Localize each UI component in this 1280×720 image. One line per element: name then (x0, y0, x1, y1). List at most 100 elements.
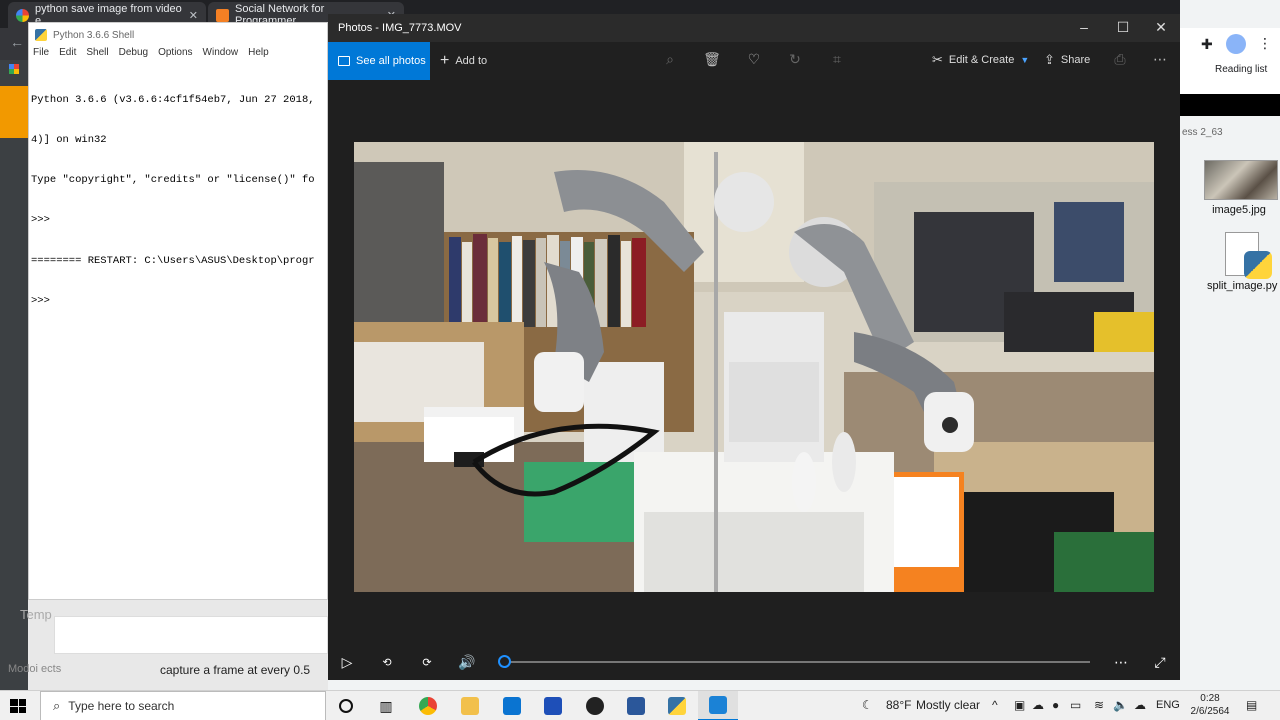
battery-icon[interactable]: ▭ (1070, 698, 1081, 712)
image-thumbnail (1204, 160, 1278, 200)
task-view-icon[interactable]: ▥ (366, 691, 406, 720)
print-icon[interactable]: ⎙ (1110, 51, 1130, 68)
see-all-photos-label: See all photos (356, 55, 426, 67)
video-frame[interactable] (354, 142, 1154, 592)
minimize-icon[interactable]: – (1074, 19, 1094, 35)
stackoverflow-icon (216, 8, 229, 22)
desktop-icon-label: split_image.py (1207, 280, 1278, 292)
photos-icon (338, 56, 350, 66)
weather-description[interactable]: Mostly clear (916, 698, 980, 712)
clock-date: 2/6/2564 (1190, 706, 1230, 717)
tray-app-icon[interactable]: ▣ (1014, 698, 1025, 712)
notifications-icon[interactable]: ▤ (1246, 698, 1257, 712)
close-icon[interactable]: ✕ (1151, 19, 1171, 36)
share-icon: ⇪ (1044, 52, 1055, 67)
plus-icon: + (440, 52, 450, 69)
playback-controls: ▷ ⟲ ⟳ 🔊 ⋯ ⤢ (328, 646, 1180, 680)
file-explorer-icon[interactable] (450, 691, 490, 720)
close-tab-icon[interactable]: ✕ (189, 9, 198, 22)
onedrive-icon[interactable]: ☁ (1134, 698, 1146, 712)
clock[interactable]: 0:28 2/6/2564 (1188, 692, 1232, 718)
desktop-icon-image5[interactable]: image5.jpg (1204, 160, 1278, 216)
background-text: Modoi ects (8, 663, 62, 675)
delete-icon[interactable]: 🗑 (702, 51, 722, 68)
play-icon[interactable]: ▷ (336, 654, 358, 671)
chevron-up-icon[interactable]: ^ (992, 698, 998, 712)
taskbar-search-box[interactable]: ⌕ Type here to search (40, 691, 326, 720)
window-title: Photos - IMG_7773.MOV (338, 22, 462, 34)
rewind-10-icon[interactable]: ⟲ (376, 656, 398, 669)
partial-text: ess 2_63 (1182, 127, 1223, 138)
back-arrow-icon[interactable]: ← (10, 34, 24, 50)
menu-help[interactable]: Help (248, 47, 269, 63)
chrome-menu-icon[interactable]: ⋮ (1258, 35, 1272, 52)
search-icon: ⌕ (53, 698, 61, 713)
menu-options[interactable]: Options (158, 47, 192, 63)
shell-title: Python 3.6.6 Shell (53, 29, 135, 41)
heart-icon[interactable]: ♡ (744, 51, 764, 68)
shell-line: Python 3.6.6 (v3.6.6:4cf1f54eb7, Jun 27 … (31, 93, 315, 106)
shell-line: >>> (31, 214, 57, 227)
photos-window[interactable]: Photos - IMG_7773.MOV – ☐ ✕ See all phot… (328, 14, 1180, 680)
cloud-icon[interactable]: ☁ (1032, 698, 1044, 712)
edit-create-button[interactable]: ✂ Edit & Create ▼ (932, 52, 1029, 68)
background-text: capture a frame at every 0.5 (160, 663, 311, 677)
shell-line: Type "copyright", "credits" or "license(… (31, 174, 315, 187)
chrome-icon[interactable] (408, 691, 448, 720)
reading-list-label[interactable]: Reading list (1215, 64, 1267, 75)
more-options-icon[interactable]: ⋯ (1150, 51, 1170, 68)
python-idle-icon[interactable] (657, 691, 697, 720)
shell-titlebar: Python 3.6.6 Shell (29, 23, 327, 47)
see-all-photos-button[interactable]: See all photos (328, 42, 430, 80)
desktop-icon-split-image[interactable]: split_image.py (1207, 232, 1277, 292)
xbox-icon[interactable] (575, 691, 615, 720)
language-indicator[interactable]: ENG (1156, 699, 1180, 711)
extensions-icon[interactable]: ✚ (1201, 36, 1213, 53)
zoom-icon[interactable]: ⌕ (660, 51, 680, 68)
menu-debug[interactable]: Debug (119, 47, 148, 63)
profile-avatar[interactable] (1226, 34, 1246, 54)
shell-output[interactable]: Python 3.6.6 (v3.6.6:4cf1f54eb7, Jun 27 … (29, 63, 327, 339)
lab-scene-image (354, 142, 1154, 592)
clock-time: 0:28 (1200, 693, 1220, 704)
shell-line: >>> (31, 294, 57, 307)
orange-banner (0, 86, 28, 138)
seek-bar[interactable] (504, 661, 1090, 663)
photos-app-icon[interactable] (698, 691, 738, 720)
menu-file[interactable]: File (33, 47, 49, 63)
python-file-icon (1225, 232, 1272, 279)
edit-create-label: Edit & Create (948, 54, 1015, 66)
desktop-icon-label: image5.jpg (1212, 204, 1266, 216)
seek-thumb[interactable] (498, 655, 511, 668)
mail-icon[interactable] (492, 691, 532, 720)
chrome-left-strip (0, 60, 28, 690)
crop-icon[interactable]: ⌗ (827, 51, 847, 68)
wifi-icon[interactable]: ≋ (1094, 698, 1104, 712)
more-options-icon[interactable]: ⋯ (1110, 654, 1132, 671)
weather-temp[interactable]: 88°F (886, 698, 911, 712)
menu-shell[interactable]: Shell (86, 47, 108, 63)
forward-30-icon[interactable]: ⟳ (416, 656, 438, 669)
python-shell-window[interactable]: Python 3.6.6 Shell File Edit Shell Debug… (28, 22, 328, 600)
cortana-icon[interactable] (326, 691, 366, 720)
maximize-icon[interactable]: ☐ (1113, 19, 1133, 36)
edit-icon: ✂ (932, 52, 943, 67)
menu-edit[interactable]: Edit (59, 47, 76, 63)
rotate-icon[interactable]: ↻ (785, 51, 805, 68)
word-icon[interactable] (616, 691, 656, 720)
add-to-button[interactable]: + Add to (440, 52, 487, 70)
fullscreen-icon[interactable]: ⤢ (1149, 654, 1171, 671)
volume-icon[interactable]: 🔊 (456, 654, 478, 671)
chevron-down-icon: ▼ (1020, 55, 1030, 65)
background-text: Temp (20, 607, 52, 622)
apps-grid-icon[interactable] (9, 64, 19, 74)
speaker-icon[interactable]: 🔈 (1113, 698, 1128, 712)
search-placeholder: Type here to search (68, 699, 175, 713)
python-logo-icon (1244, 251, 1272, 279)
app-icon[interactable] (533, 691, 573, 720)
menu-window[interactable]: Window (203, 47, 239, 63)
share-button[interactable]: ⇪ Share (1044, 52, 1090, 68)
windows-start-icon[interactable] (10, 699, 26, 713)
share-label: Share (1060, 54, 1091, 66)
microphone-icon[interactable]: ● (1052, 698, 1059, 712)
